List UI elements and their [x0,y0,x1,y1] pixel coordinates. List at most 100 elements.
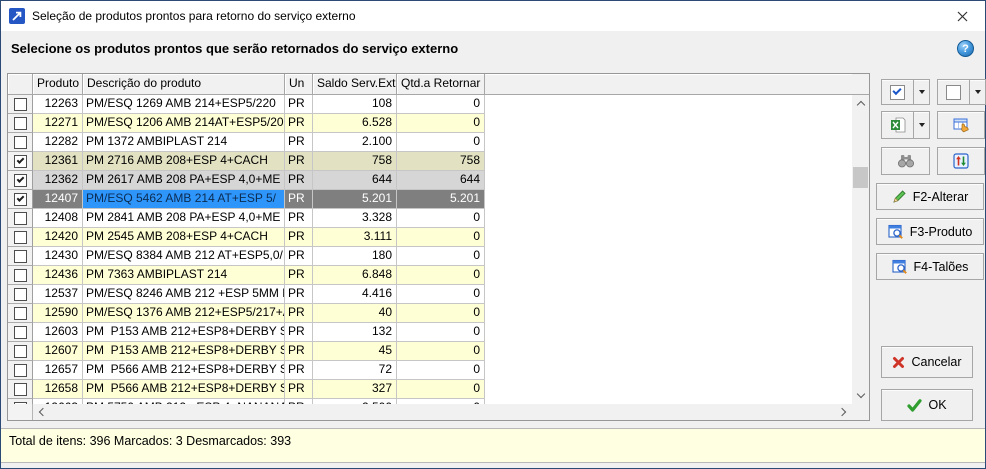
order-button[interactable] [937,147,985,175]
cell-descricao[interactable]: PM/ESQ 1206 AMB 214AT+ESP5/208 [83,114,285,133]
check-all-dropdown[interactable] [913,79,930,105]
cell-un[interactable]: PR [285,304,313,323]
cell-produto[interactable]: 12361 [33,152,83,171]
column-header-qtd[interactable]: Qtd.a Retornar [397,74,485,95]
table-row[interactable]: 12407PM/ESQ 5462 AMB 214 AT+ESP 5/PR5.20… [8,190,852,209]
table-row[interactable]: 12420PM 2545 AMB 208+ESP 4+CACHPR3.1110 [8,228,852,247]
grid-select-button[interactable] [937,111,985,139]
column-header-check[interactable] [8,74,33,95]
cell-saldo[interactable]: 108 [313,95,397,114]
cell-qtd[interactable]: 0 [397,247,485,266]
checkbox-empty-icon[interactable] [14,231,27,244]
cell-qtd[interactable]: 0 [397,114,485,133]
checkbox-empty-icon[interactable] [14,136,27,149]
cell-qtd[interactable]: 0 [397,361,485,380]
cell-qtd[interactable]: 0 [397,342,485,361]
column-header-un[interactable]: Un [285,74,313,95]
cell-produto[interactable]: 12362 [33,171,83,190]
cell-saldo[interactable]: 327 [313,380,397,399]
f3-produto-button[interactable]: F3-Produto [876,218,984,245]
row-checkbox-cell[interactable] [8,266,33,285]
cell-descricao[interactable]: PM P153 AMB 212+ESP8+DERBY SO [83,323,285,342]
cell-qtd[interactable]: 0 [397,209,485,228]
cell-descricao[interactable]: PM P566 AMB 212+ESP8+DERBY SO [83,361,285,380]
cell-produto[interactable]: 12263 [33,95,83,114]
table-row[interactable]: 12263PM/ESQ 1269 AMB 214+ESP5/220PR1080 [8,95,852,114]
scroll-right-button[interactable] [835,404,852,420]
cell-saldo[interactable]: 72 [313,361,397,380]
column-header-saldo[interactable]: Saldo Serv.Ext [313,74,397,95]
vertical-scrollbar[interactable] [852,95,869,404]
checkbox-empty-icon[interactable] [14,98,27,111]
row-checkbox-cell[interactable] [8,228,33,247]
cell-produto[interactable]: 12603 [33,323,83,342]
table-row[interactable]: 12657PM P566 AMB 212+ESP8+DERBY SOPR720 [8,361,852,380]
cell-qtd[interactable]: 0 [397,266,485,285]
cell-qtd[interactable]: 0 [397,304,485,323]
table-row[interactable]: 12362PM 2617 AMB 208 PA+ESP 4,0+MEPR6446… [8,171,852,190]
column-header-produto[interactable]: Produto [33,74,83,95]
row-checkbox-cell[interactable] [8,171,33,190]
cell-descricao[interactable]: PM 1372 AMBIPLAST 214 [83,133,285,152]
cell-saldo[interactable]: 644 [313,171,397,190]
row-checkbox-cell[interactable] [8,114,33,133]
table-row[interactable]: 12603PM P153 AMB 212+ESP8+DERBY SOPR1320 [8,323,852,342]
help-button[interactable]: ? [957,40,974,57]
checkbox-empty-icon[interactable] [14,250,27,263]
cell-un[interactable]: PR [285,285,313,304]
checkbox-checked-icon[interactable] [14,155,27,168]
cell-saldo[interactable]: 3.328 [313,209,397,228]
row-checkbox-cell[interactable] [8,361,33,380]
checkbox-checked-icon[interactable] [14,174,27,187]
scroll-left-button[interactable] [33,404,50,420]
cell-un[interactable]: PR [285,266,313,285]
cell-produto[interactable]: 12408 [33,209,83,228]
checkbox-empty-icon[interactable] [14,269,27,282]
cell-saldo[interactable]: 5.201 [313,190,397,209]
cell-saldo[interactable]: 180 [313,247,397,266]
cell-qtd[interactable]: 5.201 [397,190,485,209]
row-checkbox-cell[interactable] [8,342,33,361]
row-checkbox-cell[interactable] [8,152,33,171]
row-checkbox-cell[interactable] [8,95,33,114]
cell-saldo[interactable]: 3.111 [313,228,397,247]
cell-saldo[interactable]: 6.848 [313,266,397,285]
cell-produto[interactable]: 12430 [33,247,83,266]
export-dropdown[interactable] [913,111,930,139]
table-row[interactable]: 12361PM 2716 AMB 208+ESP 4+CACHPR758758 [8,152,852,171]
checkbox-empty-icon[interactable] [14,345,27,358]
close-button[interactable] [940,1,985,31]
cell-saldo[interactable]: 45 [313,342,397,361]
row-checkbox-cell[interactable] [8,247,33,266]
cell-un[interactable]: PR [285,323,313,342]
table-row[interactable]: 12537PM/ESQ 8246 AMB 212 +ESP 5MM DPR4.4… [8,285,852,304]
cell-saldo[interactable]: 6.528 [313,114,397,133]
cell-qtd[interactable]: 0 [397,228,485,247]
ok-button[interactable]: OK [881,389,973,421]
cell-un[interactable]: PR [285,171,313,190]
uncheck-all-dropdown[interactable] [969,79,986,105]
cell-produto[interactable]: 12537 [33,285,83,304]
row-checkbox-cell[interactable] [8,323,33,342]
table-row[interactable]: 12430PM/ESQ 8384 AMB 212 AT+ESP5,0/PR180… [8,247,852,266]
cell-qtd[interactable]: 644 [397,171,485,190]
cell-un[interactable]: PR [285,247,313,266]
export-excel-button[interactable] [881,111,914,139]
vertical-scroll-thumb[interactable] [853,167,868,188]
cell-descricao[interactable]: PM 2545 AMB 208+ESP 4+CACH [83,228,285,247]
cell-descricao[interactable]: PM/ESQ 8246 AMB 212 +ESP 5MM D [83,285,285,304]
cell-descricao[interactable]: PM/ESQ 1269 AMB 214+ESP5/220 [83,95,285,114]
search-button[interactable] [881,147,930,175]
cell-un[interactable]: PR [285,114,313,133]
column-header-descricao[interactable]: Descrição do produto [83,74,285,95]
f2-alterar-button[interactable]: F2-Alterar [876,183,984,210]
checkbox-empty-icon[interactable] [14,307,27,320]
cell-qtd[interactable]: 0 [397,133,485,152]
scroll-up-button[interactable] [852,95,869,112]
checkbox-empty-icon[interactable] [14,117,27,130]
cell-saldo[interactable]: 2.100 [313,133,397,152]
row-checkbox-cell[interactable] [8,133,33,152]
checkbox-empty-icon[interactable] [14,288,27,301]
f4-taloes-button[interactable]: F4-Talões [876,253,984,280]
checkbox-empty-icon[interactable] [14,364,27,377]
